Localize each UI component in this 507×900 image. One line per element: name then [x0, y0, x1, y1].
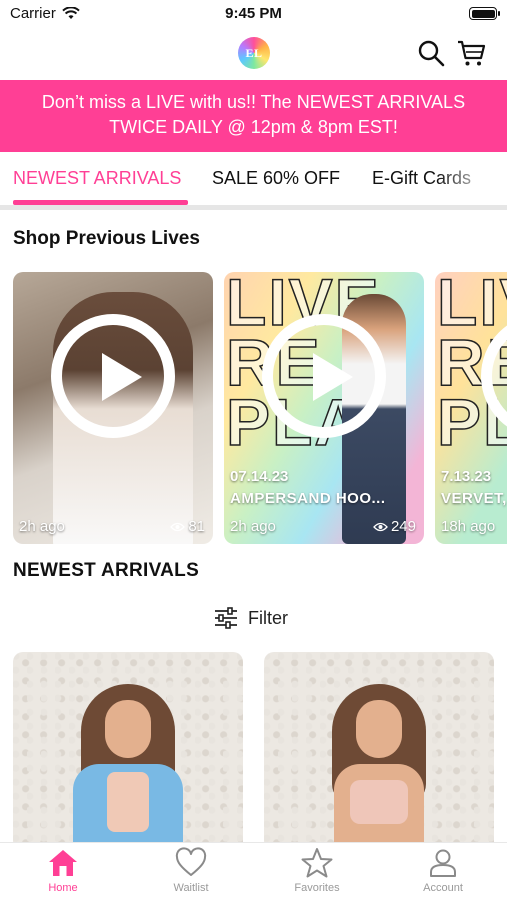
nav-account[interactable]: Account	[398, 847, 488, 894]
filter-button[interactable]: Filter	[214, 604, 288, 632]
play-icon[interactable]	[51, 314, 175, 438]
app-header: EL	[0, 30, 507, 78]
banner-line-1: Don’t miss a LIVE with us!! The NEWEST A…	[41, 92, 466, 112]
nav-waitlist[interactable]: Waitlist	[146, 847, 236, 894]
live-views: 81	[170, 518, 205, 535]
live-card[interactable]: LIVEREPLAY 7.13.23 VERVET, 18h ago	[435, 272, 507, 544]
live-date: 07.14.23	[230, 468, 289, 485]
brand-logo[interactable]: EL	[238, 37, 270, 69]
live-card[interactable]: 2h ago 81	[13, 272, 213, 544]
live-view-count: 249	[390, 518, 416, 535]
filter-icon	[215, 607, 237, 629]
nav-home-label: Home	[48, 882, 78, 894]
promo-banner[interactable]: Don’t miss a LIVE with us!! The NEWEST A…	[0, 80, 507, 152]
product-card[interactable]	[264, 652, 494, 844]
active-tab-indicator	[13, 200, 188, 205]
live-card[interactable]: LIVE RE PLAY 07.14.23 AMPERSAND HOO... 2h …	[224, 272, 424, 544]
product-card[interactable]	[13, 652, 243, 844]
logo-text: EL	[245, 45, 263, 60]
live-date: 7.13.23	[441, 468, 492, 485]
eye-icon	[170, 522, 186, 531]
tab-newest-arrivals[interactable]: NEWEST ARRIVALS	[13, 168, 181, 189]
product-image	[324, 684, 434, 844]
live-time-ago: 18h ago	[441, 518, 496, 535]
nav-waitlist-label: Waitlist	[173, 882, 209, 894]
nav-favorites-label: Favorites	[294, 882, 340, 894]
search-icon[interactable]	[416, 38, 446, 68]
tab-sale[interactable]: SALE 60% OFF	[212, 168, 340, 189]
live-time-ago: 2h ago	[19, 518, 65, 535]
product-image	[73, 684, 183, 844]
clock: 9:45 PM	[225, 5, 282, 22]
bottom-nav: Home Waitlist Favorites Account	[0, 842, 507, 900]
home-icon	[49, 850, 77, 876]
play-icon[interactable]	[262, 314, 386, 438]
person-icon	[430, 849, 456, 877]
live-title: AMPERSAND HOO...	[230, 490, 386, 507]
star-icon	[301, 848, 333, 878]
nav-account-label: Account	[423, 882, 463, 894]
category-tabs: NEWEST ARRIVALS SALE 60% OFF E-Gift Card…	[0, 152, 507, 210]
section-title-previous-lives: Shop Previous Lives	[13, 228, 200, 249]
live-time-ago: 2h ago	[230, 518, 276, 535]
live-view-count: 81	[188, 518, 205, 535]
nav-favorites[interactable]: Favorites	[272, 847, 362, 894]
tabs-fade-overlay	[437, 152, 507, 204]
status-bar: Carrier 9:45 PM	[0, 0, 507, 30]
live-views: 249	[373, 518, 416, 535]
cart-icon[interactable]	[456, 38, 486, 68]
battery-icon	[469, 7, 500, 20]
live-title: VERVET,	[441, 490, 507, 507]
section-title-newest-arrivals: NEWEST ARRIVALS	[13, 560, 200, 581]
nav-home[interactable]: Home	[18, 847, 108, 894]
eye-icon	[373, 522, 388, 531]
filter-label: Filter	[248, 607, 288, 628]
heart-icon	[175, 847, 207, 876]
banner-line-2: TWICE DAILY @ 12pm & 8pm EST!	[109, 117, 398, 137]
